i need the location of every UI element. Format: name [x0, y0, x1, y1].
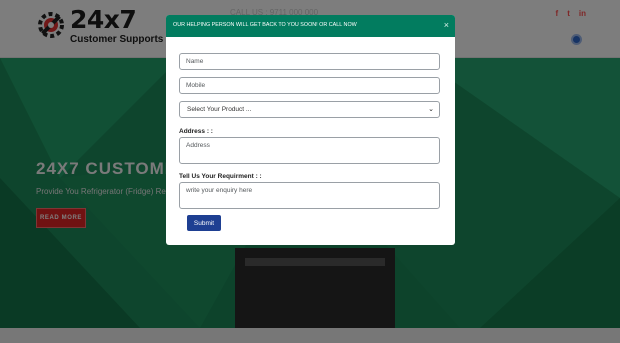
chevron-down-icon: ⌄ [428, 106, 434, 113]
submit-button[interactable]: Submit [187, 215, 221, 231]
product-select[interactable]: Select Your Product ... ⌄ [179, 101, 440, 118]
requirement-textarea[interactable] [179, 182, 440, 209]
modal-header: OUR HELPING PERSON WILL GET BACK TO YOU … [166, 15, 455, 37]
product-select-value: Select Your Product ... [187, 106, 252, 113]
enquiry-modal: OUR HELPING PERSON WILL GET BACK TO YOU … [166, 15, 455, 245]
address-label: Address : : [179, 128, 213, 135]
address-textarea[interactable] [179, 137, 440, 164]
close-icon[interactable]: × [444, 20, 449, 30]
requirement-label: Tell Us Your Requirment : : [179, 173, 262, 180]
modal-title: OUR HELPING PERSON WILL GET BACK TO YOU … [173, 22, 357, 28]
name-input[interactable] [179, 53, 440, 70]
mobile-input[interactable] [179, 77, 440, 94]
